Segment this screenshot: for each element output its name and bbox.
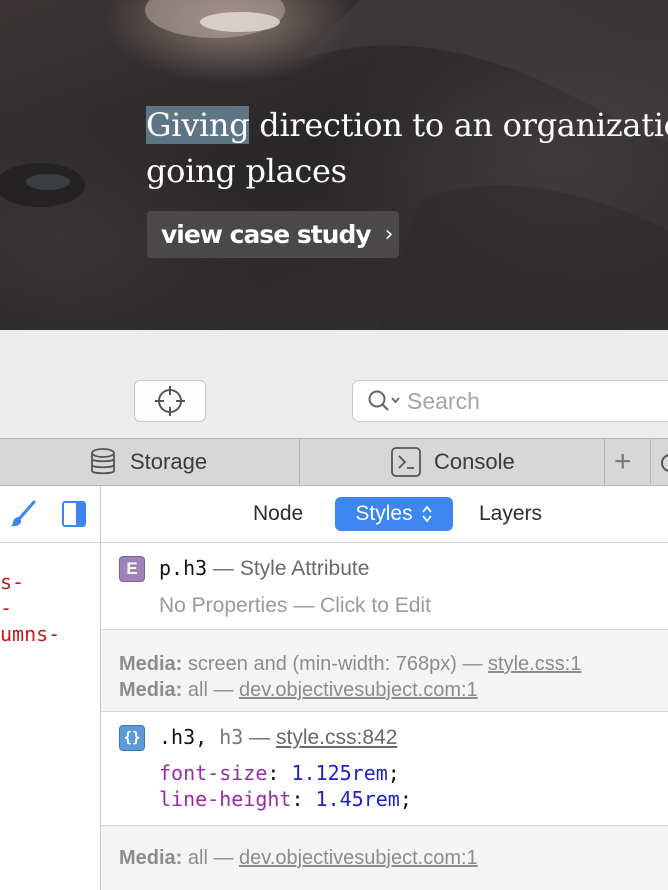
dom-tree-toolbar	[0, 486, 100, 543]
view-case-study-button[interactable]: view case study ›	[147, 211, 399, 258]
tab-divider	[299, 439, 300, 485]
source-link[interactable]: style.css:1	[488, 653, 581, 675]
cta-label: view case study	[161, 220, 372, 249]
database-icon	[91, 448, 115, 475]
add-tab-button[interactable]: +	[614, 439, 632, 485]
chevron-right-icon: ›	[384, 222, 394, 247]
subtab-styles-label: Styles	[355, 502, 413, 525]
console-icon	[391, 447, 421, 477]
css-property: font-size	[159, 761, 268, 785]
dom-code-fragment: umns-	[0, 622, 61, 646]
media-label: Media:	[119, 847, 183, 869]
media-query: all —	[182, 847, 240, 869]
css-rule-icon: {}	[119, 725, 145, 751]
media-header: Media: screen and (min-width: 768px) — s…	[101, 630, 668, 712]
headline-line2: going places	[146, 152, 347, 190]
source-link[interactable]: style.css:842	[276, 726, 397, 749]
css-value: 1.45rem	[315, 787, 400, 811]
media-header: Media: all — dev.objectivesubject.com:1	[101, 826, 668, 890]
dom-code-fragment: -	[0, 596, 13, 620]
subtab-node[interactable]: Node	[253, 497, 303, 531]
no-properties-placeholder[interactable]: No Properties — Click to Edit	[159, 594, 431, 618]
rule-origin-separator: —	[243, 726, 276, 749]
gear-icon[interactable]	[658, 450, 668, 476]
element-picker-button[interactable]	[134, 380, 206, 422]
subtab-styles[interactable]: Styles	[335, 497, 453, 531]
source-link[interactable]: dev.objectivesubject.com:1	[239, 679, 478, 701]
rule-header: p.h3 — Style Attribute	[159, 556, 369, 581]
media-query-line: Media: screen and (min-width: 768px) — s…	[119, 653, 581, 676]
css-rule-h3[interactable]: {} .h3, h3 — style.css:842 font-size: 1.…	[101, 712, 668, 826]
hero-headline: Giving direction to an organizatio going …	[146, 102, 668, 194]
element-badge-icon: E	[119, 556, 145, 582]
headline-text: direction to an organizatio	[249, 106, 668, 144]
tab-divider	[604, 439, 605, 485]
rule-selector: p.h3	[159, 556, 208, 580]
media-query: all —	[182, 679, 240, 701]
rule-origin: — Style Attribute	[207, 557, 370, 580]
rule-selector: .h3	[159, 725, 196, 749]
sidebar-toggle-icon[interactable]	[61, 500, 87, 528]
media-label: Media:	[119, 653, 183, 675]
page-preview: Giving direction to an organizatio going …	[0, 0, 668, 330]
dom-code-fragment: s-	[0, 570, 25, 594]
tab-console[interactable]: Console	[390, 439, 515, 485]
selected-text: Giving	[146, 106, 250, 144]
subtab-layers[interactable]: Layers	[479, 497, 542, 531]
media-query-line: Media: all — dev.objectivesubject.com:1	[119, 679, 478, 702]
source-link[interactable]: dev.objectivesubject.com:1	[239, 847, 478, 869]
dom-tree-panel: s- - umns-	[0, 486, 101, 890]
updown-chevron-icon	[421, 505, 432, 523]
media-label: Media:	[119, 679, 183, 701]
search-icon	[368, 390, 400, 411]
tab-storage-label: Storage	[130, 449, 208, 474]
media-query-line: Media: all — dev.objectivesubject.com:1	[119, 847, 478, 870]
css-declaration[interactable]: line-height: 1.45rem;	[159, 787, 412, 811]
styles-sidebar: Node Styles Layers E p.h3 — Style Attrib…	[101, 486, 668, 890]
rule-header: .h3, h3 — style.css:842	[159, 725, 397, 750]
search-input[interactable]: Search	[352, 380, 668, 422]
search-placeholder: Search	[407, 387, 480, 414]
css-property: line-height	[159, 787, 292, 811]
inspector-toolbar: Search	[0, 330, 668, 438]
crosshair-icon	[155, 386, 185, 416]
media-query: screen and (min-width: 768px) —	[182, 653, 489, 675]
tab-storage[interactable]: Storage	[88, 439, 207, 485]
inspector-tab-bar: Storage Console +	[0, 438, 668, 486]
brush-icon[interactable]	[8, 500, 36, 528]
tab-console-label: Console	[434, 449, 515, 474]
sidebar-subtabs: Node Styles Layers	[101, 486, 668, 543]
css-declaration[interactable]: font-size: 1.125rem;	[159, 761, 400, 785]
selector-separator: ,	[195, 725, 220, 749]
css-value: 1.125rem	[291, 761, 388, 785]
rule-selector-unmatched: h3	[219, 725, 244, 749]
tab-divider	[650, 439, 651, 485]
